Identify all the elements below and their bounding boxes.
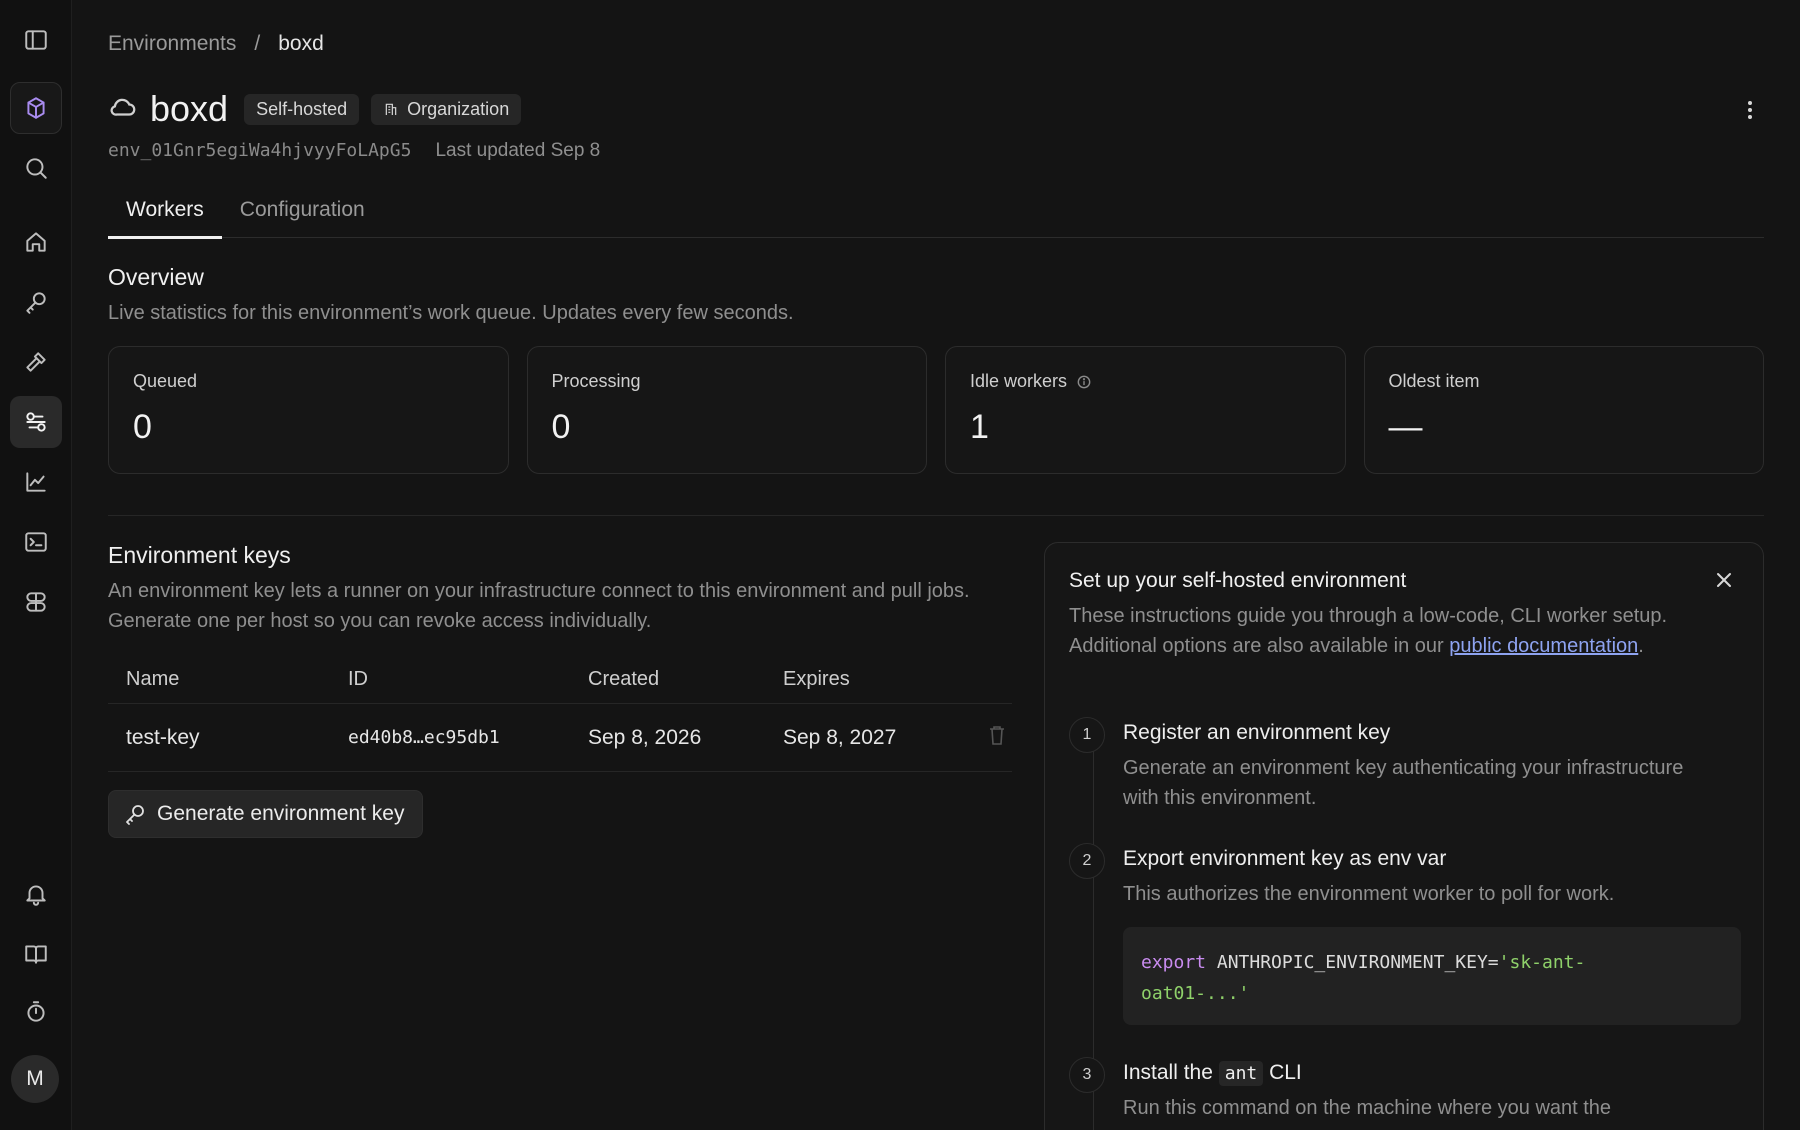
step-description: Generate an environment key authenticati… (1123, 757, 1684, 809)
home-icon[interactable] (10, 216, 62, 268)
delete-key-icon[interactable] (988, 724, 1008, 752)
page-title: boxd (150, 88, 229, 129)
code-string-continued: oat01-...' (1141, 983, 1250, 1004)
code-keyword: export (1141, 952, 1207, 973)
step-number: 1 (1069, 717, 1105, 753)
step-title-pre: Install the (1123, 1061, 1219, 1084)
key-id: ed40b8…ec95db1 (348, 727, 500, 748)
environment-id: env_01Gnr5egiWa4hjvyyFoLApG5 (108, 140, 412, 161)
step-title-code: ant (1218, 1061, 1264, 1086)
key-expires: Sep 8, 2027 (783, 725, 897, 749)
building-icon (385, 103, 397, 115)
key-created: Sep 8, 2026 (588, 725, 702, 749)
meta-row: env_01Gnr5egiWa4hjvyyFoLApG5 Last update… (108, 140, 600, 162)
step-title: Export environment key as env var (1123, 847, 1447, 870)
stat-label: Processing (551, 371, 641, 391)
step-description: Run this command on the machine where yo… (1123, 1097, 1612, 1119)
toggle-sidebar-icon[interactable] (10, 14, 62, 66)
environment-keys-title: Environment keys (108, 542, 291, 568)
last-updated: Last updated Sep 8 (435, 140, 601, 161)
organization-badge-label: Organization (407, 98, 510, 119)
self-hosted-badge: Self-hosted (244, 93, 360, 125)
overview-description: Live statistics for this environment’s w… (108, 302, 794, 324)
step-title-post: CLI (1263, 1061, 1302, 1084)
stat-label: Queued (133, 371, 198, 391)
public-documentation-link[interactable]: public documentation (1449, 635, 1638, 657)
terminal-icon[interactable] (10, 516, 62, 568)
book-icon[interactable] (10, 928, 62, 980)
step-title: Register an environment key (1123, 721, 1391, 744)
main-content: Environments / boxd boxd Self-hosted Org… (108, 0, 1764, 1130)
sidebar: M (0, 0, 72, 1130)
code-variable: ANTHROPIC_ENVIRONMENT_KEY= (1206, 952, 1499, 973)
column-header-name: Name (126, 668, 180, 690)
stat-card-oldest-item: Oldest item — (1363, 346, 1764, 474)
info-icon[interactable] (1077, 375, 1091, 389)
step-description: This authorizes the environment worker t… (1123, 883, 1615, 905)
avatar[interactable]: M (11, 1055, 59, 1103)
stat-card-processing: Processing 0 (526, 346, 927, 474)
setup-panel: Set up your self-hosted environment Thes… (1044, 542, 1764, 1130)
step-number: 2 (1069, 843, 1105, 879)
breadcrumb-separator: / (254, 32, 261, 55)
generate-button-label: Generate environment key (157, 802, 405, 825)
workspace-cube-icon[interactable] (10, 82, 62, 134)
step-title: Install the ant CLI (1123, 1061, 1302, 1086)
stat-value: 0 (551, 408, 571, 446)
close-icon[interactable] (1711, 567, 1737, 593)
stat-label: Oldest item (1388, 371, 1480, 391)
bell-icon[interactable] (10, 868, 62, 920)
key-name: test-key (126, 725, 200, 749)
title-row: boxd Self-hosted Organization (108, 88, 522, 130)
table-row: test-key ed40b8…ec95db1 Sep 8, 2026 Sep … (108, 704, 1012, 772)
environments-icon[interactable] (10, 396, 62, 448)
generate-environment-key-button[interactable]: Generate environment key (108, 790, 424, 838)
environment-keys-description: An environment key lets a runner on your… (108, 580, 970, 632)
key-icon (126, 805, 144, 825)
tabs: Workers Configuration (108, 198, 1764, 239)
column-header-id: ID (348, 668, 368, 690)
export-code-block[interactable]: export ANTHROPIC_ENVIRONMENT_KEY='sk-ant… (1123, 927, 1741, 1025)
more-options-icon[interactable] (1736, 96, 1764, 124)
organization-badge: Organization (371, 93, 522, 125)
analytics-chart-icon[interactable] (10, 456, 62, 508)
section-divider (108, 515, 1764, 516)
stat-card-queued: Queued 0 (108, 346, 509, 474)
tab-configuration[interactable]: Configuration (222, 198, 383, 238)
stat-value: — (1388, 408, 1423, 446)
stat-label: Idle workers (970, 371, 1068, 391)
stats-row: Queued 0 Processing 0 Idle workers 1 Old… (108, 346, 1764, 474)
stat-label-row: Idle workers (970, 371, 1321, 392)
stat-value: 0 (133, 408, 152, 446)
search-icon[interactable] (10, 142, 62, 194)
stat-card-idle-workers: Idle workers 1 (945, 346, 1346, 474)
timer-icon[interactable] (10, 986, 62, 1038)
tab-workers[interactable]: Workers (108, 198, 222, 239)
column-header-expires: Expires (783, 668, 850, 690)
code-string: 'sk-ant- (1498, 952, 1586, 973)
step-number: 3 (1069, 1057, 1105, 1093)
table-header: Name ID Created Expires (108, 656, 1012, 704)
cloud-icon (108, 92, 138, 127)
hammer-icon[interactable] (10, 336, 62, 388)
key-icon[interactable] (10, 276, 62, 328)
setup-panel-description: These instructions guide you through a l… (1069, 601, 1709, 661)
self-hosted-badge-label: Self-hosted (256, 98, 348, 119)
breadcrumb-current: boxd (278, 32, 324, 55)
column-header-created: Created (588, 668, 660, 690)
breadcrumb-environments-link[interactable]: Environments (108, 32, 236, 56)
apps-grid-icon[interactable] (10, 576, 62, 628)
stat-value: 1 (970, 408, 989, 446)
keys-table: Name ID Created Expires test-key ed40b8…… (108, 656, 1012, 772)
overview-title: Overview (108, 264, 204, 290)
setup-panel-title: Set up your self-hosted environment (1069, 569, 1407, 592)
setup-desc-end: . (1638, 635, 1644, 657)
breadcrumb: Environments / boxd (108, 32, 324, 56)
